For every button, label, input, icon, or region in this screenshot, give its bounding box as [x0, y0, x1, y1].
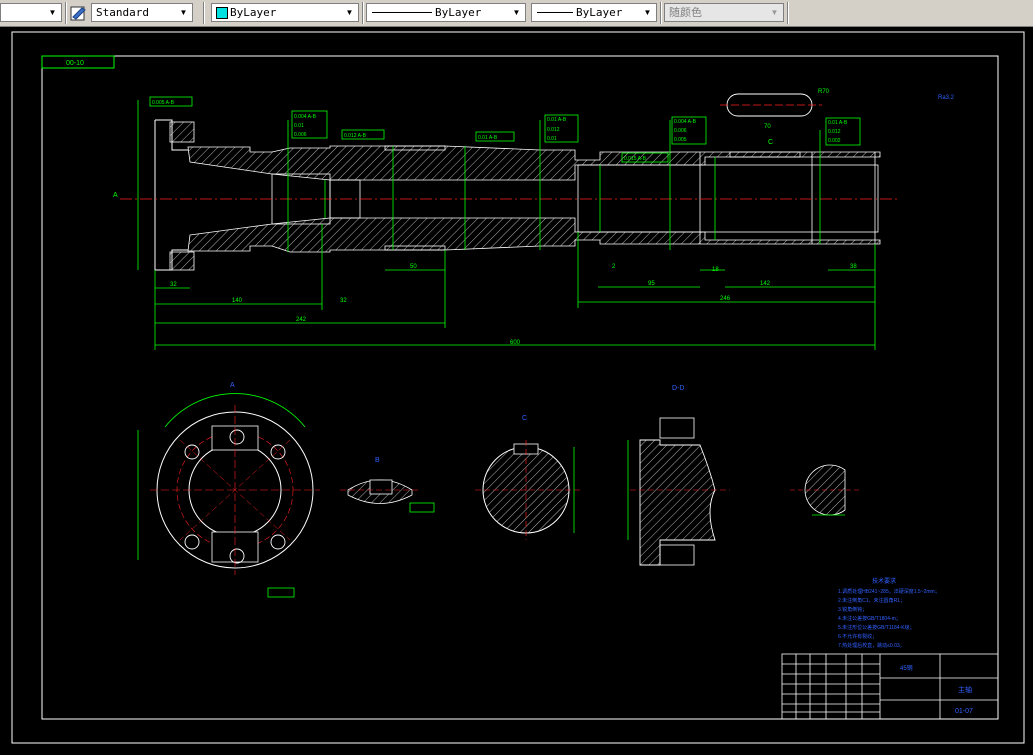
- svg-text:0.012: 0.012: [828, 129, 841, 135]
- title-part-name: 主轴: [958, 685, 972, 694]
- roughness-note: Ra3.2: [938, 95, 955, 101]
- section-d-view: [627, 417, 730, 566]
- svg-text:32: 32: [340, 298, 347, 304]
- plotstyle-value: 随颜色: [669, 6, 702, 19]
- svg-text:142: 142: [760, 281, 771, 287]
- svg-text:0.006: 0.006: [294, 132, 307, 138]
- linetype-dropdown[interactable]: ByLayer ▼: [366, 3, 526, 22]
- line-sample-icon: [372, 12, 432, 13]
- tech-line: 1.调质处理HB241~285，淬硬深度1.5~2mm；: [838, 588, 940, 595]
- svg-text:0.006: 0.006: [674, 128, 687, 134]
- datum-a: A: [113, 192, 118, 199]
- tech-line: 3.锐角倒钝；: [838, 606, 867, 613]
- text-style-icon[interactable]: [70, 4, 88, 22]
- text-style-value: Standard: [96, 6, 149, 19]
- detail-view: [790, 464, 860, 516]
- tech-line: 5.未注形位公差按GB/T1184-K级；: [838, 624, 915, 631]
- chevron-down-icon[interactable]: ▼: [45, 5, 60, 20]
- svg-text:0.004 A-B: 0.004 A-B: [674, 119, 697, 125]
- linetype-value: ByLayer: [435, 6, 482, 19]
- lineweight-value: ByLayer: [576, 6, 623, 19]
- color-dropdown[interactable]: ByLayer ▼: [211, 3, 359, 22]
- toolbar-separator: [362, 2, 364, 24]
- svg-text:0.015 A-B: 0.015 A-B: [624, 156, 647, 162]
- svg-text:0.012 A-B: 0.012 A-B: [344, 133, 367, 139]
- svg-text:242: 242: [296, 317, 307, 323]
- color-value: ByLayer: [230, 6, 277, 19]
- line-sample-icon: [537, 12, 573, 13]
- chevron-down-icon[interactable]: ▼: [767, 5, 782, 20]
- tech-requirements: 技术要求 1.调质处理HB241~285，淬硬深度1.5~2mm； 2.未注倒角…: [838, 577, 940, 649]
- text-style-dropdown[interactable]: Standard ▼: [91, 3, 193, 22]
- section-d-label: D-D: [672, 385, 684, 392]
- flange-view-label: A: [230, 382, 235, 389]
- svg-text:0.01: 0.01: [294, 123, 304, 129]
- svg-text:600: 600: [510, 340, 521, 346]
- slot-radius: R70: [818, 89, 830, 95]
- svg-text:0.01 A-B: 0.01 A-B: [828, 120, 848, 126]
- svg-text:0.01 A-B: 0.01 A-B: [547, 117, 567, 123]
- svg-text:50: 50: [410, 264, 417, 270]
- section-c-view-label: C: [522, 415, 527, 422]
- svg-text:70: 70: [764, 124, 771, 130]
- shaft-section: [120, 119, 900, 271]
- section-c-label: C: [768, 139, 773, 146]
- chevron-down-icon[interactable]: ▼: [342, 5, 357, 20]
- svg-text:0.004 A-B: 0.004 A-B: [294, 114, 317, 120]
- svg-text:0.005: 0.005: [674, 137, 687, 143]
- toolbar-separator: [660, 2, 662, 24]
- tech-line: 7.热处理后校直，跳动≤0.03。: [838, 642, 905, 649]
- chevron-down-icon[interactable]: ▼: [176, 5, 191, 20]
- title-drawing-no: 01-07: [955, 708, 973, 715]
- drawing-canvas[interactable]: 00-10 0.005 A-B 0.004 A-B 0.01 0.006 0.0…: [0, 27, 1033, 750]
- svg-text:38: 38: [850, 264, 857, 270]
- title-material: 45钢: [900, 664, 913, 672]
- frame-tag: 00-10: [66, 60, 84, 67]
- flange-view: [137, 393, 320, 598]
- section-b-label: B: [375, 457, 380, 464]
- svg-text:0.005 A-B: 0.005 A-B: [152, 100, 175, 106]
- svg-text:140: 140: [232, 298, 243, 304]
- drawing-svg: 00-10 0.005 A-B 0.004 A-B 0.01 0.006 0.0…: [11, 31, 1025, 744]
- chevron-down-icon[interactable]: ▼: [640, 5, 655, 20]
- properties-toolbar: ▼ Standard ▼ ByLayer ▼ ByLayer ▼ ByLayer…: [0, 0, 1033, 27]
- section-b-view: [340, 479, 435, 513]
- toolbar-separator: [203, 2, 205, 24]
- svg-text:0.002: 0.002: [828, 138, 841, 144]
- lineweight-dropdown[interactable]: ByLayer ▼: [531, 3, 657, 22]
- color-swatch-icon: [216, 7, 228, 19]
- svg-text:18: 18: [712, 267, 719, 273]
- toolbar-separator: [787, 2, 789, 24]
- plotstyle-dropdown[interactable]: 随颜色 ▼: [664, 3, 784, 22]
- tech-line: 4.未注公差按GB/T1804-m；: [838, 615, 901, 622]
- svg-text:0.01 A-B: 0.01 A-B: [478, 135, 498, 141]
- layer-dropdown-tail[interactable]: ▼: [0, 3, 62, 22]
- svg-text:246: 246: [720, 296, 731, 302]
- svg-text:0.01: 0.01: [547, 136, 557, 142]
- svg-text:95: 95: [648, 281, 655, 287]
- svg-text:32: 32: [170, 282, 177, 288]
- tech-line: 6.不允许有裂纹；: [838, 633, 877, 640]
- chevron-down-icon[interactable]: ▼: [509, 5, 524, 20]
- tech-line: 2.未注倒角C1，未注圆角R1；: [838, 597, 905, 604]
- toolbar-separator: [65, 2, 67, 24]
- tech-title: 技术要求: [872, 577, 896, 585]
- lower-hatch: [187, 217, 881, 253]
- upper-hatch: [187, 145, 881, 181]
- svg-text:0.012: 0.012: [547, 127, 560, 133]
- section-c-view: [475, 440, 580, 540]
- svg-text:2: 2: [612, 264, 616, 270]
